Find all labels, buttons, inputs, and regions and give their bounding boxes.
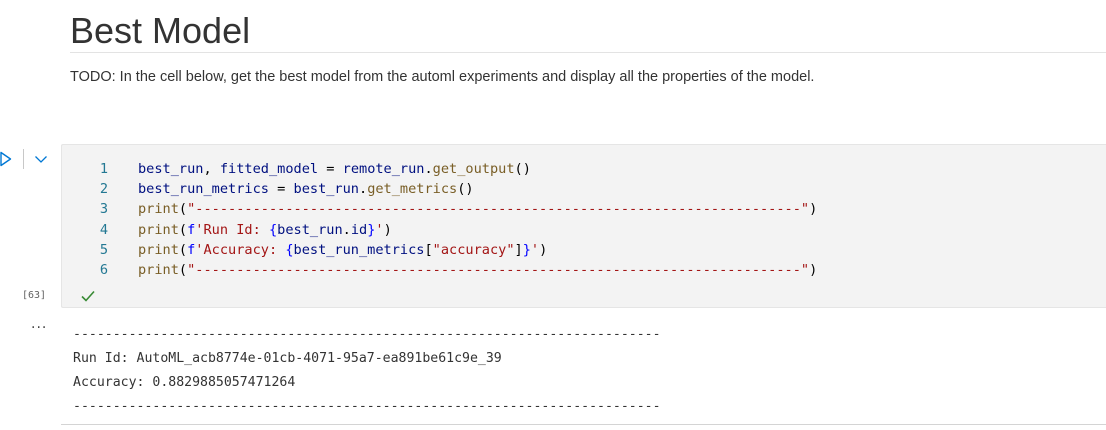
line-number: 4 [99, 221, 108, 238]
line-number: 1 [99, 161, 108, 177]
code-line: 4 print(f'Run Id: {best_run.id}') [62, 220, 1106, 240]
line-number: 6 [99, 261, 108, 278]
code-token: ' [375, 221, 384, 238]
code-token: best_run_metrics [138, 181, 269, 198]
code-line: 2 best_run_metrics = best_run.get_metrics… [62, 179, 1106, 199]
code-token: id [350, 221, 368, 238]
line-code: best_run, fitted_model = remote_run.get_… [138, 159, 531, 179]
code-cell-editor[interactable]: 1 best_run, fitted_model = remote_run.get… [61, 144, 1106, 308]
code-token: ' [530, 241, 540, 258]
code-token: "---------------------------------------… [187, 201, 810, 218]
code-token: get_metrics [367, 181, 458, 198]
cell-output: ----------------------------------------… [73, 323, 661, 419]
code-token: } [522, 241, 531, 258]
code-token: print [138, 261, 179, 278]
code-token: . [359, 181, 368, 198]
code-token: print [138, 241, 179, 258]
code-line: 3 print("--------------------------------… [62, 199, 1106, 219]
code-token: remote_run [342, 161, 425, 177]
line-code: print("---------------------------------… [138, 199, 817, 219]
heading-divider [70, 52, 1106, 53]
code-token: best_run [293, 181, 359, 198]
line-number: 3 [99, 201, 108, 218]
code-token: ( [178, 221, 188, 238]
output-line: Run Id: AutoML_acb8774e-01cb-4071-95a7-e… [73, 351, 502, 366]
code-token: 'Run Id: [195, 221, 269, 238]
code-token: ( [178, 241, 188, 258]
code-lines: 1 best_run, fitted_model = remote_run.get… [62, 159, 1106, 280]
code-token: . [424, 161, 433, 177]
line-code: print(f'Run Id: {best_run.id}') [138, 220, 392, 240]
code-token: [ [424, 241, 433, 258]
code-token: print [138, 221, 179, 238]
cell-bottom-divider [61, 424, 1106, 425]
code-token: "accuracy" [432, 241, 515, 258]
code-token: = [268, 181, 294, 198]
run-play-icon [0, 151, 12, 167]
code-token: () [457, 181, 474, 198]
output-line: ----------------------------------------… [73, 399, 661, 414]
code-token: print [138, 201, 179, 218]
line-code: print(f'Accuracy: {best_run_metrics["acc… [138, 240, 547, 260]
line-code: best_run_metrics = best_run.get_metrics(… [138, 179, 474, 199]
chevron-down-icon [35, 156, 47, 163]
line-number: 5 [99, 241, 108, 258]
code-token: ] [514, 241, 523, 258]
code-token: fitted_model [219, 161, 319, 177]
line-number: 2 [99, 181, 108, 198]
code-token: ) [809, 261, 818, 278]
output-line: Accuracy: 0.8829885057471264 [73, 375, 296, 390]
output-more-button[interactable]: ... [31, 316, 47, 332]
markdown-paragraph: TODO: In the cell below, get the best mo… [70, 69, 815, 85]
execution-count: [63] [22, 290, 47, 301]
code-line: 1 best_run, fitted_model = remote_run.get… [62, 159, 1106, 179]
code-token: best_run [277, 221, 343, 238]
code-token: ) [383, 221, 392, 238]
code-token: ) [539, 241, 548, 258]
run-options-button[interactable] [33, 151, 49, 167]
code-token: ( [178, 261, 188, 278]
code-token: 'Accuracy: [195, 241, 286, 258]
code-token: { [268, 221, 278, 238]
code-token: . [342, 221, 351, 238]
line-code: print("---------------------------------… [138, 260, 817, 280]
code-token: , [203, 161, 220, 177]
checkmark-icon [81, 290, 95, 302]
code-token: = [318, 161, 343, 177]
code-token: best_run_metrics [293, 241, 425, 258]
code-line: 6 print("--------------------------------… [62, 260, 1106, 280]
output-line: ----------------------------------------… [73, 327, 661, 342]
code-token: ) [809, 201, 818, 218]
code-line: 5 print(f'Accuracy: {best_run_metrics["ac… [62, 240, 1106, 260]
code-token: { [285, 241, 294, 258]
toolbar-divider [23, 149, 24, 169]
code-token: "---------------------------------------… [187, 261, 810, 278]
code-token: get_output [432, 161, 515, 177]
markdown-heading: Best Model [70, 10, 251, 51]
run-cell-button[interactable] [0, 150, 14, 168]
code-token: () [514, 161, 531, 177]
code-token: ( [178, 201, 188, 218]
code-token: best_run [138, 161, 204, 177]
